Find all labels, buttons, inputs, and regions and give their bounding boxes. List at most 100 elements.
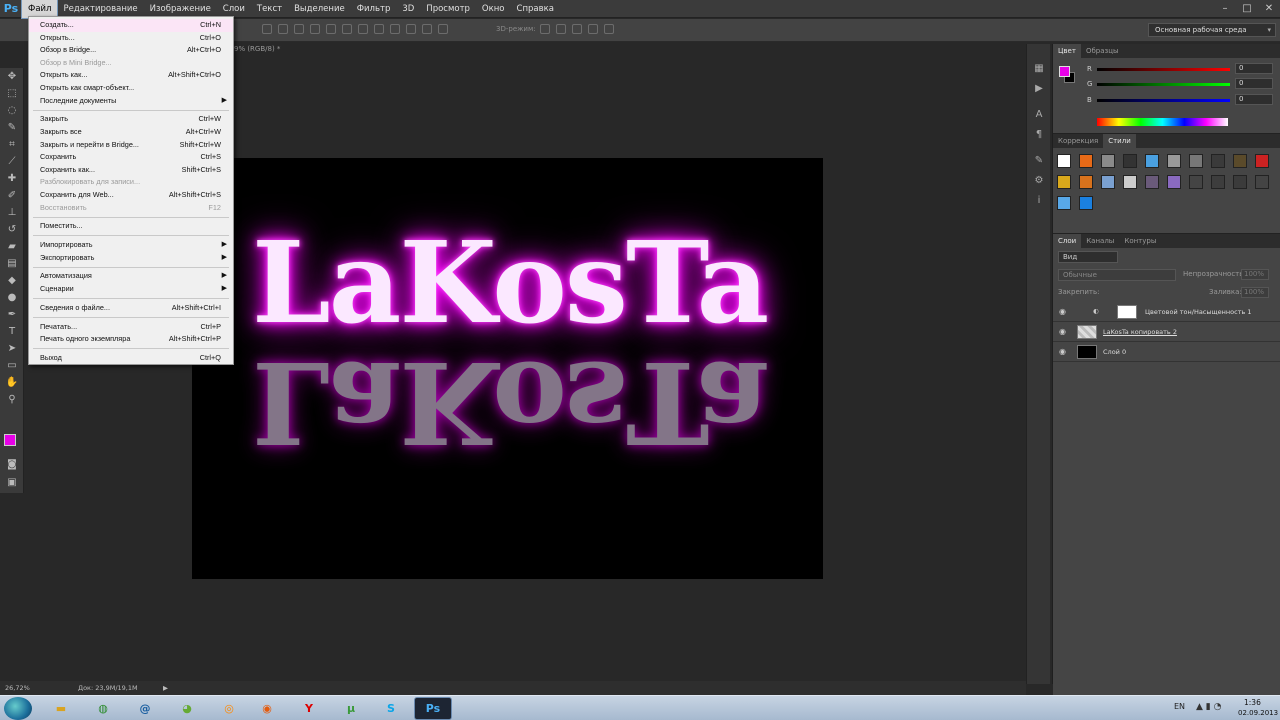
layer-row[interactable]: ◉ Слой 0 xyxy=(1053,342,1280,362)
menu-1[interactable]: Редактирование xyxy=(57,0,143,18)
style-swatch[interactable] xyxy=(1233,154,1247,168)
opacity-field[interactable]: 100% xyxy=(1241,269,1269,280)
style-swatch[interactable] xyxy=(1123,175,1137,189)
distribute-bottom-icon[interactable] xyxy=(390,24,400,34)
tab-swatches[interactable]: Образцы xyxy=(1081,44,1124,58)
style-swatch[interactable] xyxy=(1255,154,1269,168)
blend-mode-select[interactable]: Обычные xyxy=(1058,269,1176,281)
brush-tool-icon[interactable]: ✐ xyxy=(0,187,24,204)
explorer-icon[interactable]: ▬ xyxy=(42,697,80,720)
distribute-vcenter-icon[interactable] xyxy=(374,24,384,34)
clock-date[interactable]: 02.09.2013 xyxy=(1238,709,1278,717)
character-icon[interactable]: A xyxy=(1027,104,1051,124)
style-swatch[interactable] xyxy=(1057,196,1071,210)
layer-mask-thumb[interactable] xyxy=(1117,305,1137,319)
eraser-tool-icon[interactable]: ▰ xyxy=(0,238,24,255)
file-menu-item[interactable]: Открыть как смарт-объект... xyxy=(29,82,233,95)
file-menu-item[interactable]: Сохранить для Web... Alt+Shift+Ctrl+S xyxy=(29,189,233,202)
g-value[interactable]: 0 xyxy=(1235,78,1273,89)
r-value[interactable]: 0 xyxy=(1235,63,1273,74)
paragraph-icon[interactable]: ¶ xyxy=(1027,124,1051,144)
workspace-select[interactable]: Основная рабочая среда xyxy=(1148,23,1276,37)
file-menu-item[interactable]: Создать... Ctrl+N xyxy=(29,19,233,32)
file-menu-item[interactable]: Сведения о файле... Alt+Shift+Ctrl+I xyxy=(29,302,233,315)
align-bottom-icon[interactable] xyxy=(294,24,304,34)
align-top-icon[interactable] xyxy=(262,24,272,34)
file-menu-item[interactable]: Сценарии ▶ xyxy=(29,283,233,296)
file-menu-item[interactable]: Сохранить как... Shift+Ctrl+S xyxy=(29,164,233,177)
menu-2[interactable]: Изображение xyxy=(144,0,217,18)
status-arrow-icon[interactable]: ▶ xyxy=(163,681,168,695)
style-swatch[interactable] xyxy=(1167,154,1181,168)
align-right-icon[interactable] xyxy=(342,24,352,34)
3d-slide-icon[interactable] xyxy=(588,24,598,34)
style-swatch[interactable] xyxy=(1079,154,1093,168)
file-menu-item[interactable]: Сохранить Ctrl+S xyxy=(29,151,233,164)
odnoklassniki-icon[interactable]: ◎ xyxy=(210,697,248,720)
file-menu-item[interactable]: Закрыть и перейти в Bridge... Shift+Ctrl+… xyxy=(29,139,233,152)
visibility-eye-icon[interactable]: ◉ xyxy=(1059,347,1066,356)
style-swatch[interactable] xyxy=(1057,154,1071,168)
3d-roll-icon[interactable] xyxy=(556,24,566,34)
b-slider[interactable]: B 0 xyxy=(1087,94,1277,107)
start-button[interactable] xyxy=(4,697,32,720)
utorrent-icon[interactable]: ◕ xyxy=(168,697,206,720)
actions-icon[interactable]: ▶ xyxy=(1027,78,1051,98)
3d-rotate-icon[interactable] xyxy=(540,24,550,34)
menu-7[interactable]: 3D xyxy=(396,0,420,18)
dodge-tool-icon[interactable]: ● xyxy=(0,289,24,306)
file-menu-item[interactable]: Печатать... Ctrl+P xyxy=(29,321,233,334)
style-swatch[interactable] xyxy=(1189,154,1203,168)
3d-scale-icon[interactable] xyxy=(604,24,614,34)
style-swatch[interactable] xyxy=(1211,154,1225,168)
tab-layers[interactable]: Слои xyxy=(1053,234,1082,248)
zoom-tool-icon[interactable]: ⚲ xyxy=(0,391,24,408)
properties-icon[interactable]: ⚙ xyxy=(1027,170,1051,190)
file-menu-item[interactable]: Обзор в Bridge... Alt+Ctrl+O xyxy=(29,44,233,57)
visibility-eye-icon[interactable]: ◉ xyxy=(1059,327,1066,336)
language-indicator[interactable]: EN xyxy=(1174,702,1185,711)
type-tool-icon[interactable]: T xyxy=(0,323,24,340)
layer-kind-filter[interactable]: Вид xyxy=(1058,251,1118,263)
close-icon[interactable]: ✕ xyxy=(1258,0,1280,18)
yandex-icon[interactable]: Y xyxy=(290,697,328,720)
layer-row[interactable]: ◉ LaKosTa копировать 2 xyxy=(1053,322,1280,342)
file-menu-item[interactable]: Выход Ctrl+Q xyxy=(29,352,233,365)
style-swatch[interactable] xyxy=(1057,175,1071,189)
tab-styles[interactable]: Стили xyxy=(1103,134,1136,148)
style-swatch[interactable] xyxy=(1255,175,1269,189)
gradient-tool-icon[interactable]: ▤ xyxy=(0,255,24,272)
move-tool-icon[interactable]: ✥ xyxy=(0,68,24,85)
photoshop-taskbar-icon[interactable]: Ps xyxy=(414,697,452,720)
document-tab[interactable]: 9% (RGB/8) * xyxy=(234,43,280,55)
file-menu-item[interactable]: Автоматизация ▶ xyxy=(29,270,233,283)
chrome-icon[interactable]: ◍ xyxy=(84,697,122,720)
marquee-tool-icon[interactable]: ⬚ xyxy=(0,85,24,102)
tab-color[interactable]: Цвет xyxy=(1053,44,1081,58)
file-menu-item[interactable]: Печать одного экземпляра Alt+Shift+Ctrl+P xyxy=(29,333,233,346)
tab-paths[interactable]: Контуры xyxy=(1119,234,1161,248)
hand-tool-icon[interactable]: ✋ xyxy=(0,374,24,391)
style-swatch[interactable] xyxy=(1167,175,1181,189)
menu-3[interactable]: Слои xyxy=(217,0,251,18)
tray-icons[interactable]: ▲ ▮ ◔ xyxy=(1196,702,1221,712)
minimize-icon[interactable]: – xyxy=(1214,0,1236,18)
menu-5[interactable]: Выделение xyxy=(288,0,351,18)
menu-6[interactable]: Фильтр xyxy=(351,0,397,18)
info-icon[interactable]: i xyxy=(1027,190,1051,210)
quick-select-tool-icon[interactable]: ✎ xyxy=(0,119,24,136)
distribute-right-icon[interactable] xyxy=(438,24,448,34)
skype-icon[interactable]: S xyxy=(372,697,410,720)
style-swatch[interactable] xyxy=(1211,175,1225,189)
path-select-tool-icon[interactable]: ➤ xyxy=(0,340,24,357)
style-swatch[interactable] xyxy=(1079,175,1093,189)
firefox-icon[interactable]: ◉ xyxy=(248,697,286,720)
menu-0[interactable]: Файл xyxy=(20,0,59,19)
document-canvas[interactable]: LaKosTa LaKosTa xyxy=(192,158,823,579)
shape-tool-icon[interactable]: ▭ xyxy=(0,357,24,374)
align-hcenter-icon[interactable] xyxy=(326,24,336,34)
stamp-tool-icon[interactable]: ⊥ xyxy=(0,204,24,221)
history-brush-tool-icon[interactable]: ↺ xyxy=(0,221,24,238)
file-menu-item[interactable]: Закрыть все Alt+Ctrl+W xyxy=(29,126,233,139)
clock-time[interactable]: 1:36 xyxy=(1244,698,1261,707)
